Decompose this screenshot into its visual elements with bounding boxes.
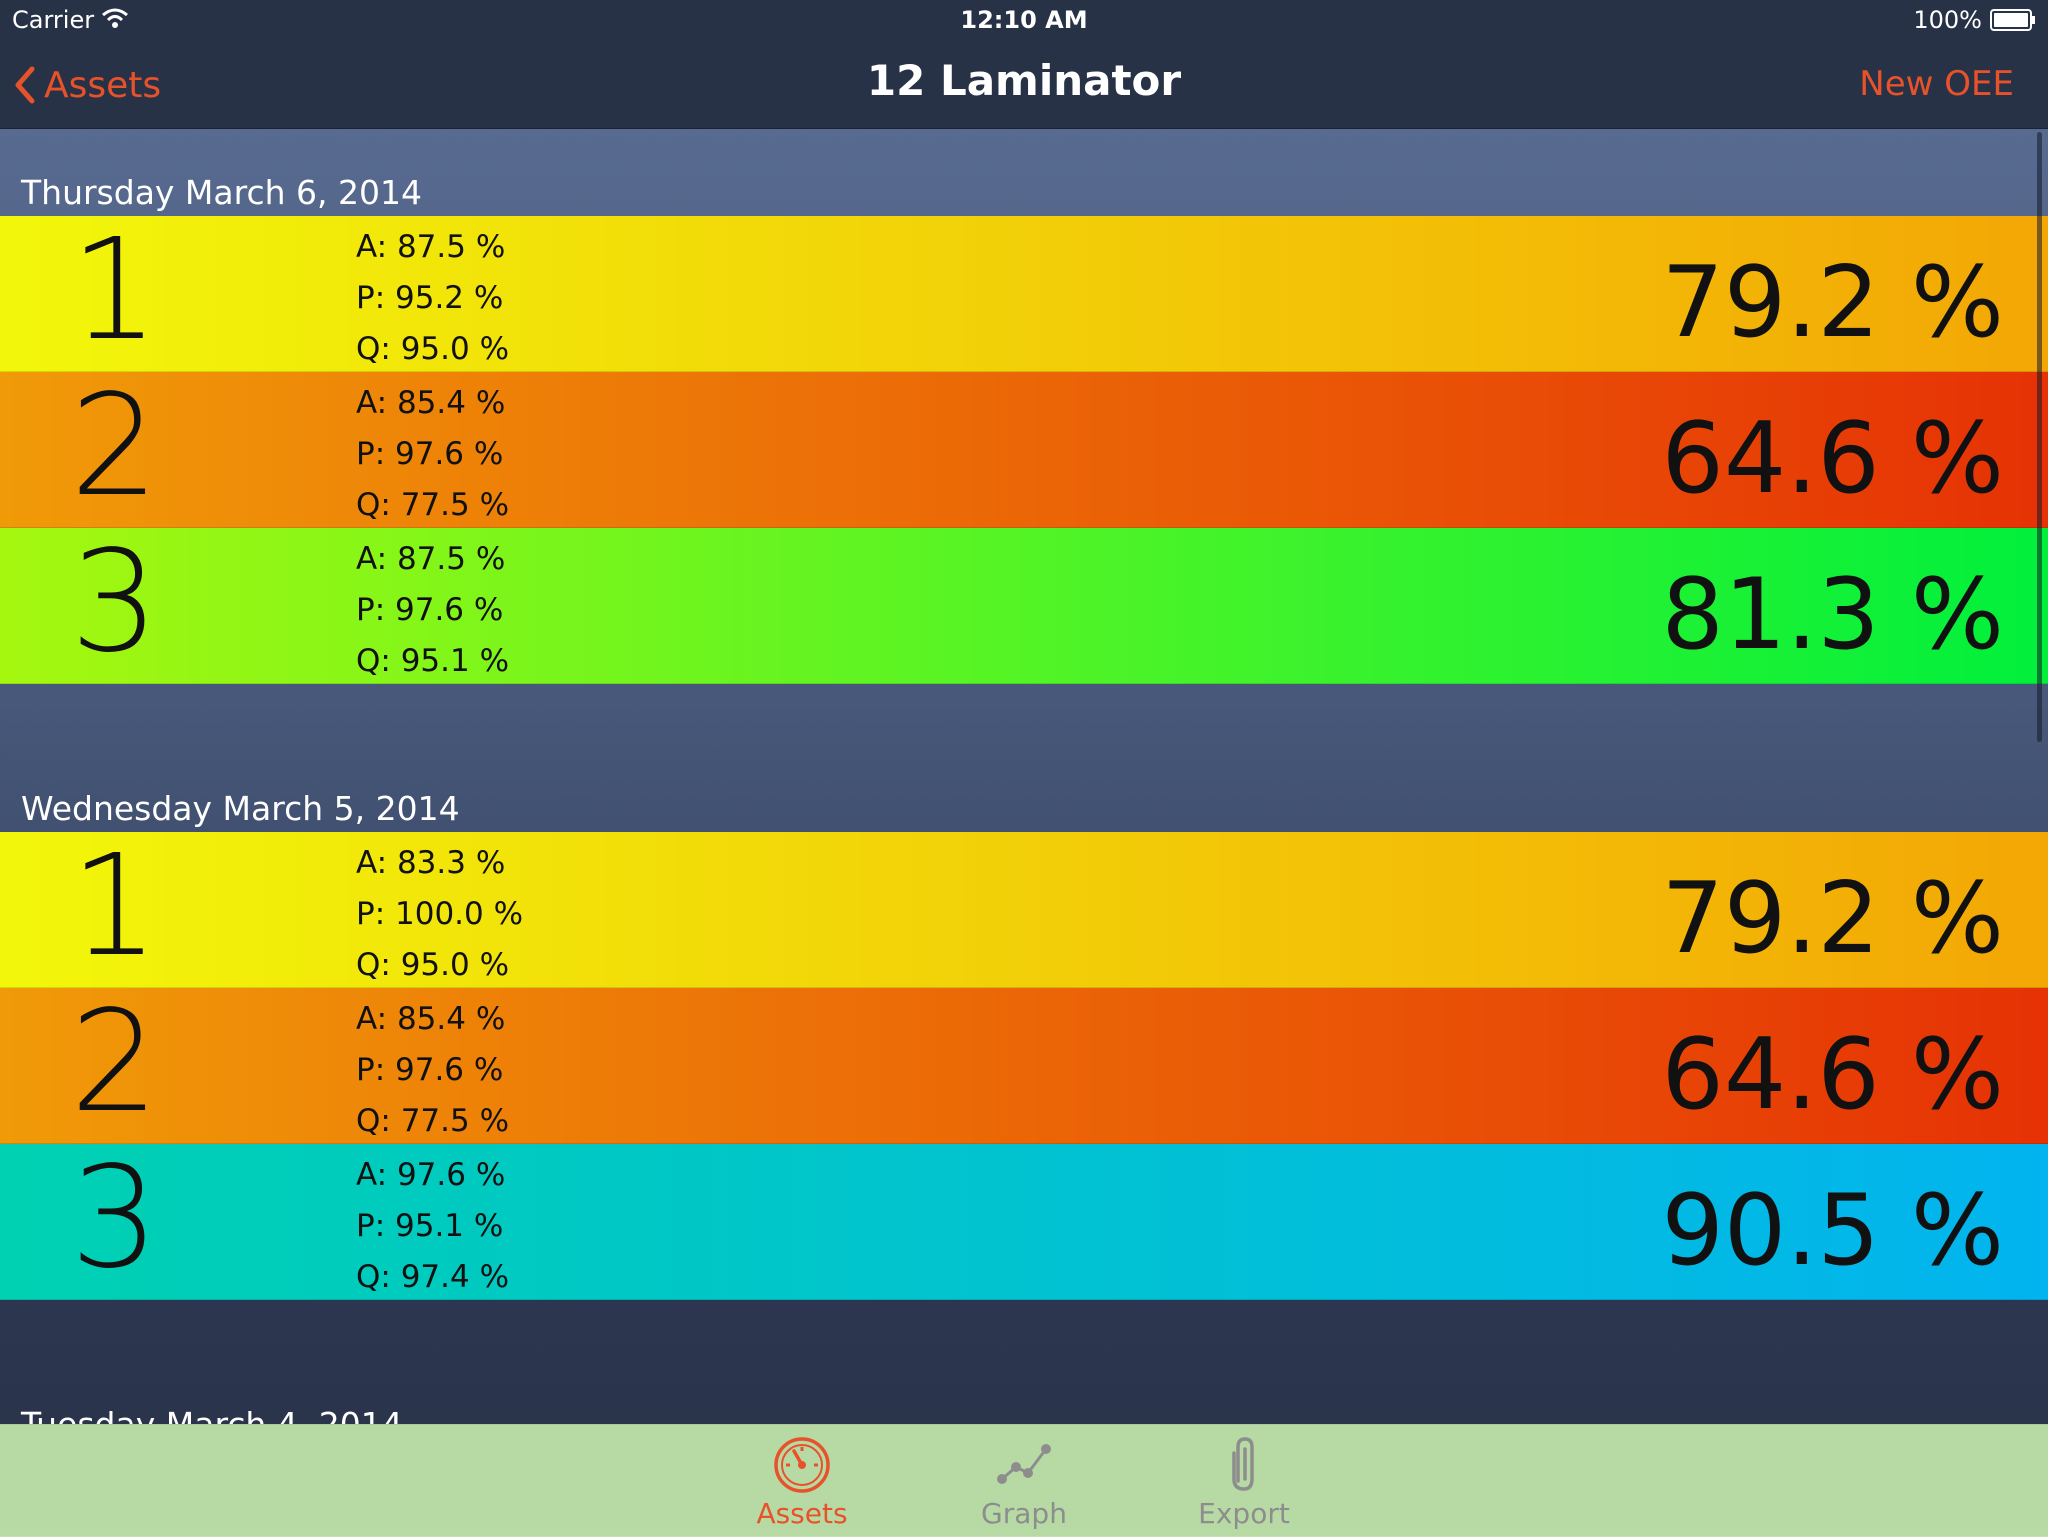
factor-availability: A: 97.6 %: [356, 1157, 506, 1193]
oee-factors: A: 85.4 % P: 97.6 % Q: 77.5 %: [356, 994, 509, 1147]
factor-quality: Q: 97.4 %: [356, 1259, 510, 1295]
tab-assets-label: Assets: [756, 1497, 848, 1530]
shift-number: 1: [70, 209, 160, 372]
factor-quality: Q: 95.0 %: [356, 331, 510, 367]
tab-export-label: Export: [1198, 1497, 1290, 1530]
tab-export[interactable]: Export: [1164, 1435, 1324, 1530]
section-header: Tuesday March 4, 2014: [0, 1360, 2048, 1424]
tab-graph-label: Graph: [981, 1497, 1067, 1530]
factor-performance: P: 100.0 %: [356, 896, 524, 932]
oee-total: 90.5 %: [1661, 1174, 2004, 1288]
chevron-left-icon: [15, 66, 35, 104]
paperclip-icon: [1232, 1437, 1254, 1491]
shift-number: 2: [70, 365, 160, 528]
status-time: 12:10 AM: [960, 6, 1088, 34]
factor-availability: A: 87.5 %: [356, 229, 506, 265]
shift-number: 3: [70, 1137, 160, 1300]
factor-performance: P: 97.6 %: [356, 592, 504, 628]
section-date: Tuesday March 4, 2014: [21, 1405, 403, 1424]
battery-icon: [1990, 9, 2035, 31]
tab-graph[interactable]: Graph: [944, 1435, 1104, 1530]
factor-quality: Q: 77.5 %: [356, 1103, 510, 1139]
factor-performance: P: 97.6 %: [356, 1052, 504, 1088]
factor-performance: P: 95.2 %: [356, 280, 504, 316]
oee-factors: A: 85.4 % P: 97.6 % Q: 77.5 %: [356, 378, 509, 531]
oee-total: 64.6 %: [1661, 1018, 2004, 1132]
oee-row[interactable]: 2 A: 85.4 % P: 97.6 % Q: 77.5 % 64.6 %: [0, 988, 2048, 1144]
page-title: 12 Laminator: [866, 56, 1182, 105]
factor-quality: Q: 95.0 %: [356, 947, 510, 983]
section-date: Thursday March 6, 2014: [21, 173, 422, 212]
oee-factors: A: 83.3 % P: 100.0 % Q: 95.0 %: [356, 838, 523, 991]
factor-quality: Q: 95.1 %: [356, 643, 510, 679]
oee-factors: A: 87.5 % P: 97.6 % Q: 95.1 %: [356, 534, 509, 687]
factor-performance: P: 95.1 %: [356, 1208, 504, 1244]
oee-row[interactable]: 1 A: 87.5 % P: 95.2 % Q: 95.0 % 79.2 %: [0, 216, 2048, 372]
oee-total: 81.3 %: [1661, 558, 2004, 672]
factor-availability: A: 83.3 %: [356, 845, 506, 881]
factor-quality: Q: 77.5 %: [356, 487, 510, 523]
oee-row[interactable]: 2 A: 85.4 % P: 97.6 % Q: 77.5 % 64.6 %: [0, 372, 2048, 528]
new-oee-button[interactable]: New OEE: [1859, 64, 2014, 104]
status-bar: Carrier 12:10 AM 100%: [0, 0, 2048, 42]
back-button-label: Assets: [44, 64, 162, 106]
oee-factors: A: 87.5 % P: 95.2 % Q: 95.0 %: [356, 222, 509, 375]
factor-availability: A: 85.4 %: [356, 1001, 506, 1037]
battery-percent: 100%: [1913, 6, 1982, 34]
back-button[interactable]: Assets: [14, 60, 161, 110]
section-date: Wednesday March 5, 2014: [21, 789, 460, 828]
line-graph-icon: [997, 1444, 1051, 1484]
shift-number: 3: [70, 521, 160, 684]
tab-bar: Assets Graph Export: [0, 1424, 2048, 1537]
shift-number: 2: [70, 981, 160, 1144]
oee-total: 79.2 %: [1661, 862, 2004, 976]
oee-factors: A: 97.6 % P: 95.1 % Q: 97.4 %: [356, 1150, 509, 1303]
shift-number: 1: [70, 825, 160, 988]
oee-row[interactable]: 1 A: 83.3 % P: 100.0 % Q: 95.0 % 79.2 %: [0, 832, 2048, 988]
section-header: Thursday March 6, 2014: [0, 128, 2048, 216]
navigation-bar: Assets 12 Laminator New OEE: [0, 42, 2048, 129]
oee-total: 79.2 %: [1661, 246, 2004, 360]
speedometer-icon: [774, 1437, 830, 1493]
section-header: Wednesday March 5, 2014: [0, 744, 2048, 832]
scrollbar[interactable]: [2037, 132, 2042, 742]
factor-availability: A: 87.5 %: [356, 541, 506, 577]
factor-performance: P: 97.6 %: [356, 436, 504, 472]
tab-assets[interactable]: Assets: [722, 1435, 882, 1530]
oee-row[interactable]: 3 A: 87.5 % P: 97.6 % Q: 95.1 % 81.3 %: [0, 528, 2048, 684]
oee-row[interactable]: 3 A: 97.6 % P: 95.1 % Q: 97.4 % 90.5 %: [0, 1144, 2048, 1300]
factor-availability: A: 85.4 %: [356, 385, 506, 421]
oee-list[interactable]: Thursday March 6, 2014 1 A: 87.5 % P: 95.2 …: [0, 128, 2048, 1424]
oee-total: 64.6 %: [1661, 402, 2004, 516]
